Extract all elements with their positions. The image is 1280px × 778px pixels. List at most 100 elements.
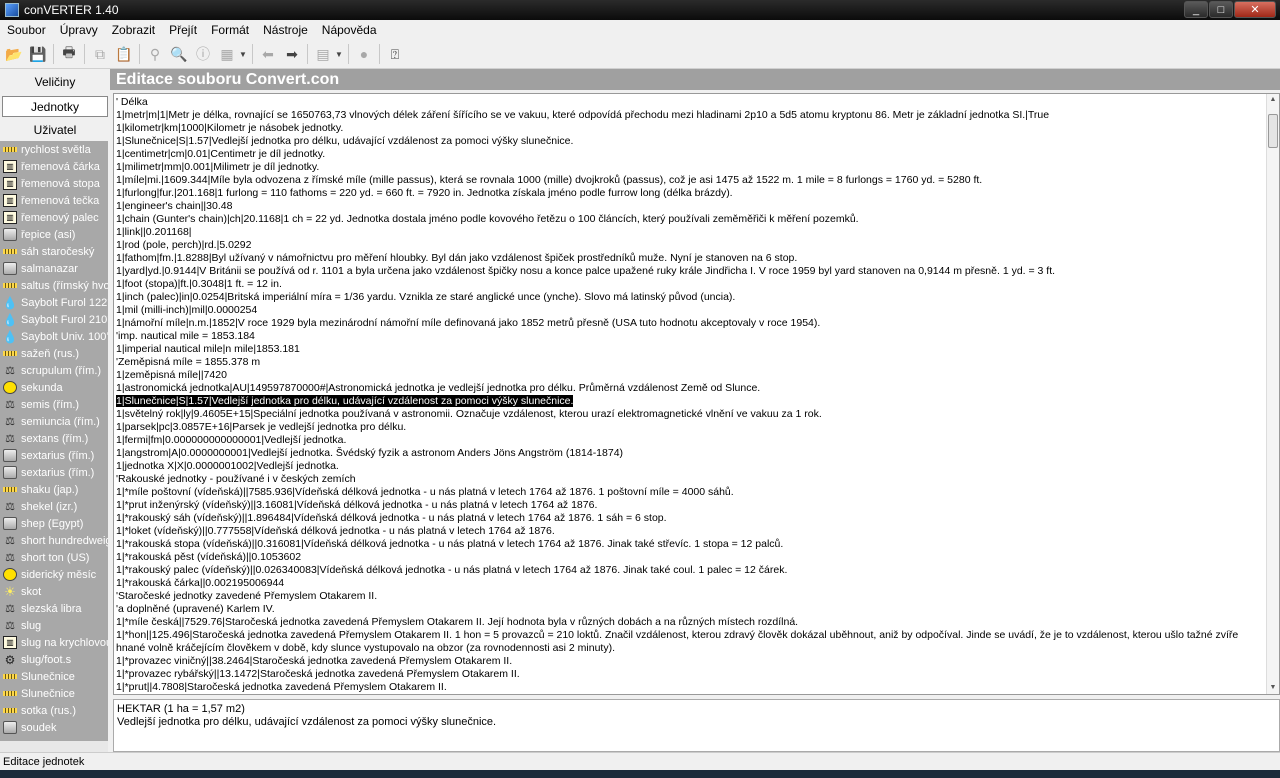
editor-line[interactable]: 1|*provazec viničný||38.2464|Staročeská … xyxy=(116,655,1264,668)
tab-uzivatel[interactable]: Uživatel xyxy=(2,120,108,141)
editor-line[interactable]: 1|yard|yd.|0.9144|V Británii se používá … xyxy=(116,265,1264,278)
tab-veliciny[interactable]: Veličiny xyxy=(2,72,108,93)
editor-line[interactable]: 1|angstrom|A|0.0000000001|Vedlejší jedno… xyxy=(116,447,1264,460)
editor-line[interactable]: 1|*prut||4.7808|Staročeská jednotka zave… xyxy=(116,681,1264,694)
list-item[interactable]: ▥ řemenová tečka xyxy=(0,192,108,209)
editor-line[interactable]: 1|*prut inženýrský (vídeňský)||3.16081|V… xyxy=(116,499,1264,512)
menu-nastroje[interactable]: Nástroje xyxy=(256,23,315,37)
editor-line[interactable]: 1|Slunečnice|S|1.57|Vedlejší jednotka pr… xyxy=(116,135,1264,148)
editor-line[interactable]: 1|*míle česká||7529.76|Staročeská jednot… xyxy=(116,616,1264,629)
tab-jednotky[interactable]: Jednotky xyxy=(2,96,108,117)
calculator-icon[interactable]: ▦ xyxy=(215,42,239,66)
editor-line[interactable]: 1|*rakouská čárka||0.002195006944 xyxy=(116,577,1264,590)
list-item[interactable]: shep (Egypt) xyxy=(0,515,108,532)
arrow-right-icon[interactable]: ➡ xyxy=(280,42,304,66)
scroll-thumb[interactable] xyxy=(1268,114,1278,148)
editor-line[interactable]: 1|astronomická jednotka|AU|149597870000#… xyxy=(116,382,1264,395)
list-item[interactable]: sažeň (rus.) xyxy=(0,345,108,362)
list-item[interactable]: 💧Saybolt Furol 122°F xyxy=(0,294,108,311)
editor-lines[interactable]: ' Délka 1|metr|m|1|Metr je délka, rovnají… xyxy=(116,96,1264,694)
list-item[interactable]: řepice (asi) xyxy=(0,226,108,243)
editor-line[interactable]: 1|link||0.201168| xyxy=(116,226,1264,239)
editor-line[interactable]: 1|chain (Gunter's chain)|ch|20.1168|1 ch… xyxy=(116,213,1264,226)
list-item[interactable]: ⚖ short hundredweight xyxy=(0,532,108,549)
help-icon[interactable]: ⍰ xyxy=(383,42,407,66)
editor-line[interactable]: 1|fathom|fm.|1.8288|Byl užívaný v námořn… xyxy=(116,252,1264,265)
list-item[interactable]: ☀ skot xyxy=(0,583,108,600)
editor-line[interactable]: 'Zeměpisná míle = 1855.378 m xyxy=(116,356,1264,369)
list-item[interactable]: ▥ řemenový palec xyxy=(0,209,108,226)
arrow-left-icon[interactable]: ⬅ xyxy=(256,42,280,66)
editor-line[interactable]: ' Délka xyxy=(116,96,1264,109)
editor-line[interactable]: 'imp. nautical mile = 1853.184 xyxy=(116,330,1264,343)
editor-line[interactable]: 1|centimetr|cm|0.01|Centimetr je díl jed… xyxy=(116,148,1264,161)
editor-line[interactable]: 1|Slunečnice|S|1.57|Vedlejší jednotka pr… xyxy=(116,395,1264,408)
editor-line[interactable]: 1|*loket (vídeňský)||0.777558|Vídeňská d… xyxy=(116,525,1264,538)
horizontal-scrollbar[interactable] xyxy=(0,741,108,752)
list-item[interactable]: sextarius (řím.) xyxy=(0,447,108,464)
editor-line[interactable]: 'a doplněné (upravené) Karlem IV. xyxy=(116,603,1264,616)
copy-icon[interactable]: ⧉ xyxy=(88,42,112,66)
editor-line[interactable]: 1|zeměpisná míle||7420 xyxy=(116,369,1264,382)
editor-line[interactable]: 1|*míle poštovní (vídeňská)||7585.936|Ví… xyxy=(116,486,1264,499)
file-editor[interactable]: ' Délka 1|metr|m|1|Metr je délka, rovnají… xyxy=(113,93,1280,695)
editor-line[interactable]: 1|*rakouský palec (vídeňský)||0.02634008… xyxy=(116,564,1264,577)
editor-line[interactable]: 1|fermi|fm|0.000000000000001|Vedlejší je… xyxy=(116,434,1264,447)
editor-line[interactable]: 1|míle|mi.|1609.344|Míle byla odvozena z… xyxy=(116,174,1264,187)
editor-line[interactable]: 1|kilometr|km|1000|Kilometr je násobek j… xyxy=(116,122,1264,135)
list-item[interactable]: ⚖ shekel (izr.) xyxy=(0,498,108,515)
editor-line[interactable]: 1|imperial nautical mile|n mile|1853.181 xyxy=(116,343,1264,356)
menu-napoveda[interactable]: Nápověda xyxy=(315,23,384,37)
editor-line[interactable]: 1|světelný rok|ly|9.4605E+15|Speciální j… xyxy=(116,408,1264,421)
list-item[interactable]: ▥ řemenová čárka xyxy=(0,158,108,175)
list-item[interactable]: ▥ řemenová stopa xyxy=(0,175,108,192)
list-item[interactable]: Slunečnice xyxy=(0,685,108,702)
editor-line[interactable]: 1|furlong|fur.|201.168|1 furlong = 110 f… xyxy=(116,187,1264,200)
editor-line[interactable]: 'Rakouské jednotky - používané i v český… xyxy=(116,473,1264,486)
editor-line[interactable]: 1|*rakouský sáh (vídeňský)||1.896484|Víd… xyxy=(116,512,1264,525)
editor-line[interactable]: 1|mil (milli-inch)|mil|0.0000254 xyxy=(116,304,1264,317)
list-item[interactable]: ▥ slug na krychlovou stopu xyxy=(0,634,108,651)
list-item[interactable]: ⚖ slug xyxy=(0,617,108,634)
list-item[interactable]: saltus (římský hvozd) xyxy=(0,277,108,294)
save-icon[interactable]: 💾 xyxy=(26,42,50,66)
list-item[interactable]: ⚙ slug/foot.s xyxy=(0,651,108,668)
bullet-icon[interactable]: ● xyxy=(352,42,376,66)
editor-line[interactable]: 1|rod (pole, perch)|rd.|5.0292 xyxy=(116,239,1264,252)
editor-line[interactable]: 1|inch (palec)|in|0.0254|Britská imperiá… xyxy=(116,291,1264,304)
list-item[interactable]: shaku (jap.) xyxy=(0,481,108,498)
list-item[interactable]: ⚖ semiuncia (řím.) xyxy=(0,413,108,430)
list-item[interactable]: ⚖ sextans (řím.) xyxy=(0,430,108,447)
editor-line[interactable]: 1|*provazec rybářský||13.1472|Staročeská… xyxy=(116,668,1264,681)
chevron-down-icon[interactable]: ▼ xyxy=(335,50,345,59)
zoom-icon[interactable]: 🔍 xyxy=(167,42,191,66)
scroll-down-icon[interactable]: ▼ xyxy=(1267,682,1279,694)
menu-upravy[interactable]: Úpravy xyxy=(53,23,105,37)
editor-line[interactable]: 1|engineer's chain||30.48 xyxy=(116,200,1264,213)
list-item[interactable]: soudek xyxy=(0,719,108,736)
editor-line[interactable]: 1|jednotka X|X|0.0000001002|Vedlejší jed… xyxy=(116,460,1264,473)
list-item[interactable]: sextarius (řím.) xyxy=(0,464,108,481)
open-folder-icon[interactable]: 📂 xyxy=(2,42,26,66)
list-item[interactable]: sáh staročeský xyxy=(0,243,108,260)
minimize-button[interactable]: _ xyxy=(1184,1,1208,18)
list-item[interactable]: ⚖ short ton (US) xyxy=(0,549,108,566)
editor-line[interactable]: 1|foot (stopa)|ft.|0.3048|1 ft. = 12 in. xyxy=(116,278,1264,291)
list-item[interactable]: Slunečnice xyxy=(0,668,108,685)
list-item[interactable]: sotka (rus.) xyxy=(0,702,108,719)
maximize-button[interactable]: □ xyxy=(1209,1,1233,18)
menu-format[interactable]: Formát xyxy=(204,23,256,37)
vertical-scrollbar[interactable]: ▲ ▼ xyxy=(1266,94,1279,694)
list-item[interactable]: ⚖ slezská libra xyxy=(0,600,108,617)
list-item[interactable]: salmanazar xyxy=(0,260,108,277)
print-icon[interactable]: 🖶 xyxy=(57,42,81,66)
editor-line[interactable]: 1|metr|m|1|Metr je délka, rovnající se 1… xyxy=(116,109,1264,122)
close-button[interactable]: ✕ xyxy=(1234,1,1276,18)
editor-line[interactable]: 1|*rakouská stopa (vídeňská)||0.316081|V… xyxy=(116,538,1264,551)
list-item[interactable]: 💧Saybolt Furol 210°F xyxy=(0,311,108,328)
editor-line[interactable]: 1|parsek|pc|3.0857E+16|Parsek je vedlejš… xyxy=(116,421,1264,434)
chevron-down-icon[interactable]: ▼ xyxy=(239,50,249,59)
editor-line[interactable]: 1|námořní míle|n.m.|1852|V roce 1929 byl… xyxy=(116,317,1264,330)
editor-line[interactable]: 1|milimetr|mm|0.001|Milimetr je díl jedn… xyxy=(116,161,1264,174)
list-item[interactable]: ⚖ scrupulum (řím.) xyxy=(0,362,108,379)
